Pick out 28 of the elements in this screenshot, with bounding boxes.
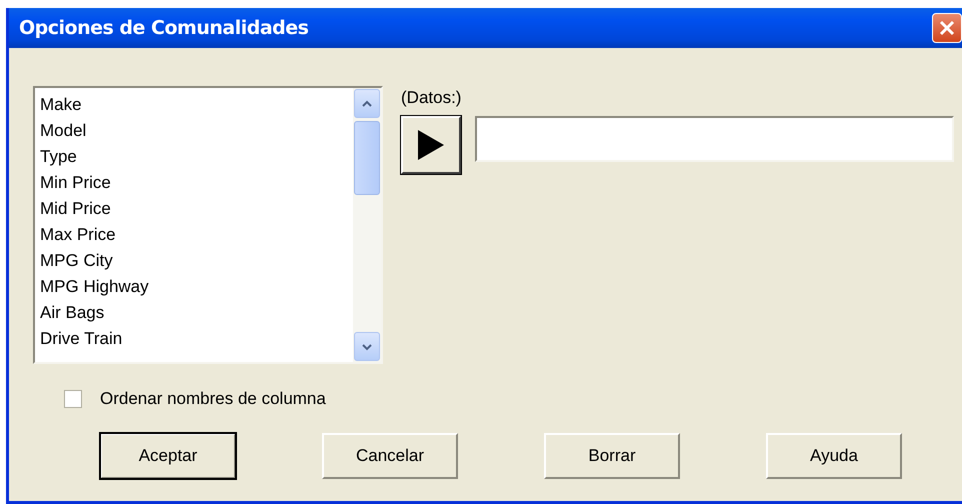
checkbox[interactable]	[64, 390, 82, 408]
scroll-up-button[interactable]	[354, 89, 380, 118]
scrollbar[interactable]	[353, 88, 381, 362]
list-item[interactable]: Make	[39, 92, 353, 118]
field-label: (Datos:)	[401, 88, 462, 108]
scroll-down-button[interactable]	[354, 332, 380, 361]
play-arrow-icon	[416, 128, 446, 162]
dialog-button[interactable]: Ayuda	[766, 433, 902, 479]
checkbox-label: Ordenar nombres de columna	[100, 389, 326, 409]
dialog-button[interactable]: Cancelar	[322, 433, 458, 479]
list-item[interactable]: Model	[39, 118, 353, 144]
dialog-button[interactable]: Borrar	[544, 433, 680, 479]
list-item[interactable]: Type	[39, 144, 353, 170]
window-title: Opciones de Comunalidades	[19, 17, 308, 39]
list-item[interactable]: Drive Train	[39, 326, 353, 352]
dialog-button[interactable]: Aceptar	[100, 433, 236, 479]
list-item[interactable]: Max Price	[39, 222, 353, 248]
list-item[interactable]: MPG City	[39, 248, 353, 274]
list-item[interactable]: Min Price	[39, 170, 353, 196]
close-button[interactable]	[932, 13, 962, 43]
list-item[interactable]: MPG Highway	[39, 274, 353, 300]
list-item[interactable]: Air Bags	[39, 300, 353, 326]
add-button[interactable]	[401, 116, 461, 174]
input-field[interactable]	[475, 116, 954, 162]
list-item[interactable]: Mid Price	[39, 196, 353, 222]
chevron-up-icon	[362, 100, 372, 108]
scroll-thumb[interactable]	[354, 121, 380, 195]
chevron-down-icon	[362, 342, 372, 350]
